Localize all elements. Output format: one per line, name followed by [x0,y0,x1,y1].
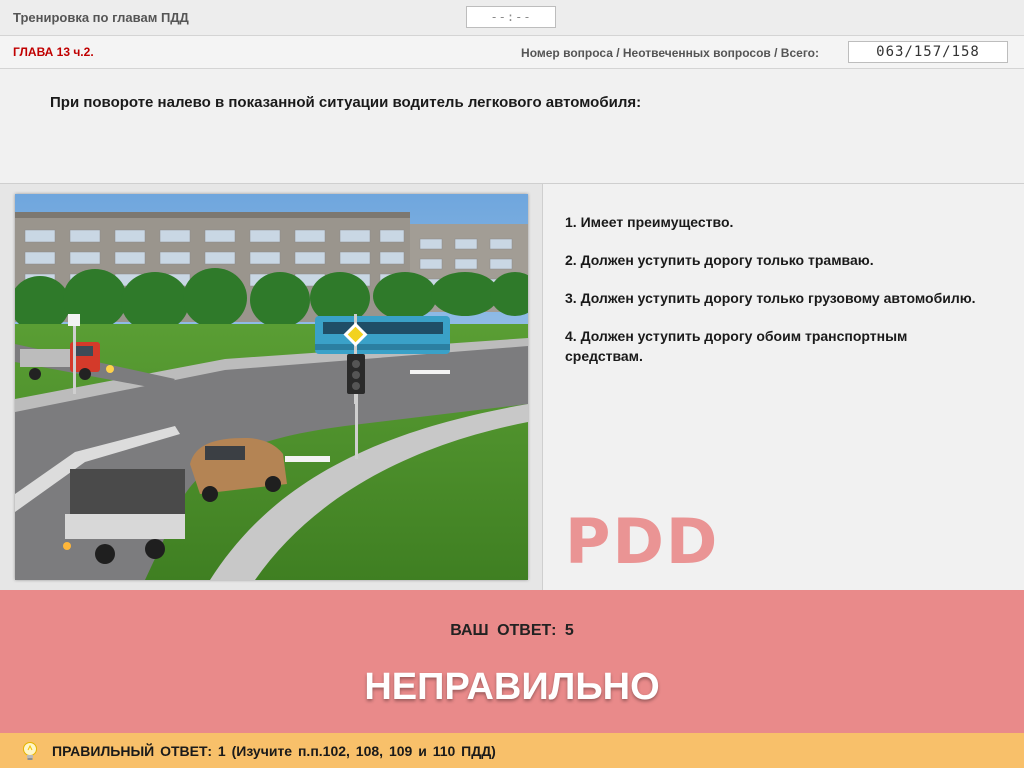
answer-option-4[interactable]: 4. Должен уступить дорогу обоим транспор… [565,326,985,366]
content-area: 1. Имеет преимущество. 2. Должен уступит… [0,184,1024,651]
chapter-label: ГЛАВА 13 ч.2. [13,45,94,59]
correct-answer-bar: ПРАВИЛЬНЫЙ ОТВЕТ: 1 (Изучите п.п.102, 10… [0,733,1024,768]
traffic-situation-image [15,194,528,580]
question-counter-label: Номер вопроса / Неотвеченных вопросов / … [521,46,819,60]
info-bar: ГЛАВА 13 ч.2. Номер вопроса / Неотвеченн… [0,36,1024,69]
question-panel: При повороте налево в показанной ситуаци… [0,69,1024,184]
answer-option-2[interactable]: 2. Должен уступить дорогу только трамваю… [565,250,985,270]
lightbulb-icon [23,742,37,760]
app-title: Тренировка по главам ПДД [13,10,189,25]
answer-option-1[interactable]: 1. Имеет преимущество. [565,212,985,232]
image-panel [0,184,543,590]
timer-display: --:-- [466,6,556,28]
question-counter: 063/157/158 [848,41,1008,63]
answer-option-3[interactable]: 3. Должен уступить дорогу только грузово… [565,288,985,308]
correct-answer-text: ПРАВИЛЬНЫЙ ОТВЕТ: 1 (Изучите п.п.102, 10… [52,743,496,759]
question-text: При повороте налево в показанной ситуаци… [50,94,642,111]
your-answer-text: ВАШ ОТВЕТ: 5 [450,622,574,639]
result-panel: ВАШ ОТВЕТ: 5 НЕПРАВИЛЬНО [0,590,1024,733]
verdict-text: НЕПРАВИЛЬНО [364,666,660,708]
answers-list: 1. Имеет преимущество. 2. Должен уступит… [565,212,985,384]
title-bar: Тренировка по главам ПДД --:-- [0,0,1024,36]
